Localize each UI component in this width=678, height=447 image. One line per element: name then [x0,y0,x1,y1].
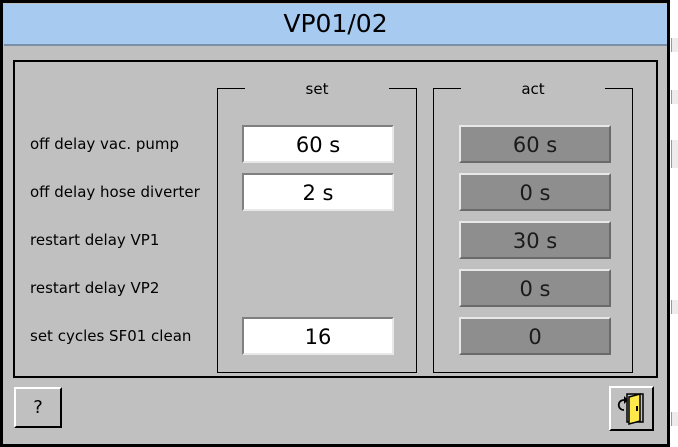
act-value-set-cycles-sf01-clean: 0 [459,317,611,355]
help-button[interactable]: ? [14,387,62,428]
exit-button[interactable] [609,386,654,431]
help-button-label: ? [33,397,43,418]
set-field-off-delay-hose-diverter[interactable]: 2 s [242,173,394,211]
background-tab-mark [671,38,678,52]
row-label-restart-delay-vp2: restart delay VP2 [30,279,160,297]
row-label-off-delay-vac-pump: off delay vac. pump [30,135,180,153]
row-label-off-delay-hose-diverter: off delay hose diverter [30,183,200,201]
row-label-restart-delay-vp1: restart delay VP1 [30,231,160,249]
row-label-set-cycles-sf01-clean: set cycles SF01 clean [30,327,192,345]
act-value-restart-delay-vp1: 30 s [459,221,611,259]
act-value-off-delay-hose-diverter: 0 s [459,173,611,211]
act-group-title: act [521,80,545,98]
act-value-off-delay-vac-pump: 60 s [459,125,611,163]
act-value-restart-delay-vp2: 0 s [459,269,611,307]
background-tab-mark [671,140,678,168]
background-tab-mark [671,90,678,104]
set-field-set-cycles-sf01-clean[interactable]: 16 [242,317,394,355]
background-strip [670,0,678,447]
background-tab-mark [671,300,678,314]
background-tab-mark [671,412,678,426]
title-bar: VP01/02 [4,4,667,46]
set-group-title: set [305,80,329,98]
window-title: VP01/02 [283,9,388,38]
exit-door-icon [617,393,644,425]
set-field-off-delay-vac-pump[interactable]: 60 s [242,125,394,163]
